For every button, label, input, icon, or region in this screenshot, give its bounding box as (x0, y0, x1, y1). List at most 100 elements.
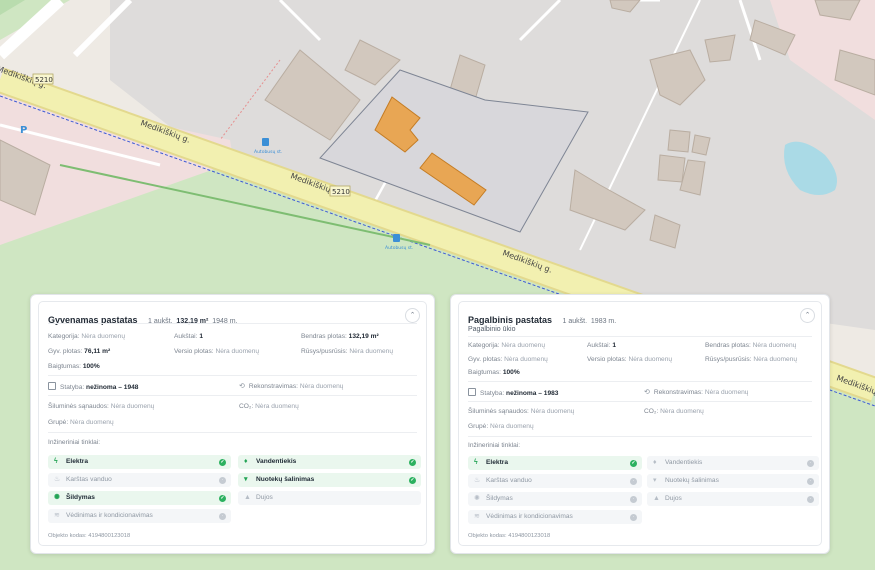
utility-sildymas: ✺ Šildymas ✓ (48, 491, 231, 505)
field-bendras-plotas: Bendras plotas: Nėra duomenų (705, 342, 797, 349)
check-icon: ✓ (630, 459, 637, 467)
field-silumines: Šiluminės sąnaudos: Nėra duomenų (468, 408, 575, 415)
check-icon: ✓ (409, 458, 416, 466)
unavailable-icon: · (807, 459, 814, 467)
unavailable-icon: · (219, 512, 226, 520)
field-grupe: Grupė: Nėra duomenų (48, 419, 114, 426)
refresh-icon: ⟲ (644, 389, 650, 396)
card-subtitle: Pagalbinio ūkio (468, 326, 516, 333)
card-inner: Gyvenamas pastatas 1 aukšt. 132,19 m² 19… (38, 301, 427, 546)
field-kategorija: Kategorija: Nėra duomenų (48, 333, 125, 340)
sewer-icon: ▾ (653, 477, 657, 484)
utility-dujos: ▲ Dujos · (647, 492, 819, 506)
field-kategorija: Kategorija: Nėra duomenų (468, 342, 545, 349)
unavailable-icon: · (807, 477, 814, 485)
utility-vedinimas: ≋ Vėdinimas ir kondicionavimas · (48, 509, 231, 523)
field-co2: CO₂: Nėra duomenų (644, 408, 704, 415)
utility-vedinimas: ≋ Vėdinimas ir kondicionavimas · (468, 510, 642, 524)
utility-vandentiekis: ♦ Vandentiekis · (647, 456, 819, 470)
field-baigtumas: Baigtumas: 100% (468, 369, 520, 376)
card-title: Pagalbinis pastatas (468, 315, 553, 325)
divider (48, 395, 417, 396)
collapse-button[interactable]: ⌃ (405, 308, 420, 323)
divider (48, 375, 417, 376)
field-rekonstravimas: ⟲ Rekonstravimas: Nėra duomenų (644, 389, 749, 396)
divider (468, 401, 812, 402)
gas-icon: ▲ (244, 494, 251, 501)
card-header: Gyvenamas pastatas 1 aukšt. 132,19 m² 19… (48, 310, 417, 328)
chevron-up-icon: ⌃ (409, 312, 416, 319)
divider (468, 436, 812, 437)
year-text: 1983 m. (590, 318, 617, 325)
field-co2: CO₂: Nėra duomenų (239, 403, 299, 410)
lightning-icon: ϟ (474, 459, 478, 466)
check-icon: ✓ (219, 458, 226, 466)
bus-stop-label-1: Autobusų st. (254, 149, 282, 155)
utility-nuoteku-salinimas: ▾ Nuotekų šalinimas ✓ (238, 473, 421, 487)
hot-water-icon: ♨ (474, 477, 481, 484)
field-baigtumas: Baigtumas: 100% (48, 363, 100, 370)
utilities-heading: Inžineriniai tinklai: (468, 442, 521, 449)
card-header: Pagalbinis pastatas 1 aukšt. 1983 m. (468, 310, 812, 328)
calendar-icon (468, 388, 476, 396)
card-meta: 1 aukšt. 1983 m. (563, 318, 617, 325)
unavailable-icon: · (807, 495, 814, 503)
parking-label: P (20, 125, 27, 136)
field-bendras-plotas: Bendras plotas: 132,19 m² (301, 333, 379, 340)
field-versio-plotas: Versio plotas: Nėra duomenų (174, 348, 260, 355)
field-silumines: Šiluminės sąnaudos: Nėra duomenų (48, 403, 155, 410)
heating-icon: ✺ (54, 494, 60, 501)
water-drop-icon: ♦ (653, 459, 657, 466)
building-info-card-residential: Gyvenamas pastatas 1 aukšt. 132,19 m² 19… (30, 294, 435, 554)
calendar-icon (48, 382, 56, 390)
utility-nuoteku-salinimas: ▾ Nuotekų šalinimas · (647, 474, 819, 488)
check-icon: ✓ (409, 476, 416, 484)
object-code: Objekto kodas: 4194800123018 (48, 533, 131, 539)
building-info-card-auxiliary: Pagalbinis pastatas 1 aukšt. 1983 m. Pag… (450, 294, 830, 554)
field-rusys: Rūsys/pusrūsis: Nėra duomenų (301, 348, 394, 355)
field-aukstai: Aukštai: 1 (174, 333, 203, 340)
utility-elektra: ϟ Elektra ✓ (48, 455, 231, 469)
road-number-2: 5210 (332, 188, 350, 196)
unavailable-icon: · (630, 495, 637, 503)
field-gyv-plotas: Gyv. plotas: Nėra duomenų (468, 356, 548, 363)
field-statyba: Statyba: nežinoma – 1983 (468, 388, 558, 397)
bus-stop-icon[interactable] (393, 234, 400, 242)
utility-vandentiekis: ♦ Vandentiekis ✓ (238, 455, 421, 469)
check-icon: ✓ (219, 494, 226, 502)
water-drop-icon: ♦ (244, 458, 248, 465)
field-gyv-plotas: Gyv. plotas: 76,11 m² (48, 348, 111, 355)
heating-icon: ✺ (474, 495, 480, 502)
utility-karstas-vanduo: ♨ Karštas vanduo · (468, 474, 642, 488)
divider (468, 381, 812, 382)
field-versio-plotas: Versio plotas: Nėra duomenų (587, 356, 673, 363)
card-inner: Pagalbinis pastatas 1 aukšt. 1983 m. Pag… (458, 301, 822, 546)
utility-elektra: ϟ Elektra ✓ (468, 456, 642, 470)
divider (48, 323, 417, 324)
unavailable-icon: · (630, 477, 637, 485)
bus-stop-icon[interactable] (262, 138, 269, 146)
refresh-icon: ⟲ (239, 383, 245, 390)
divider (468, 336, 812, 337)
utility-sildymas: ✺ Šildymas · (468, 492, 642, 506)
floors-text: 1 aukšt. (562, 318, 588, 325)
sewer-icon: ▾ (244, 476, 248, 483)
field-rusys: Rūsys/pusrūsis: Nėra duomenų (705, 356, 798, 363)
collapse-button[interactable]: ⌃ (800, 308, 815, 323)
road-number-1: 5210 (35, 76, 53, 84)
utilities-heading: Inžineriniai tinklai: (48, 439, 101, 446)
unavailable-icon: · (219, 476, 226, 484)
hot-water-icon: ♨ (54, 476, 61, 483)
field-statyba: Statyba: nežinoma – 1948 (48, 382, 138, 391)
ventilation-icon: ≋ (54, 512, 60, 519)
lightning-icon: ϟ (54, 458, 58, 465)
ventilation-icon: ≋ (474, 513, 480, 520)
unavailable-icon: · (630, 513, 637, 521)
field-rekonstravimas: ⟲ Rekonstravimas: Nėra duomenų (239, 383, 344, 390)
field-grupe: Grupė: Nėra duomenų (468, 423, 534, 430)
bus-stop-label-2: Autobusų st. (385, 245, 413, 251)
utility-karstas-vanduo: ♨ Karštas vanduo · (48, 473, 231, 487)
gas-icon: ▲ (653, 495, 660, 502)
utility-dujos: ▲ Dujos (238, 491, 421, 505)
chevron-up-icon: ⌃ (804, 312, 811, 319)
